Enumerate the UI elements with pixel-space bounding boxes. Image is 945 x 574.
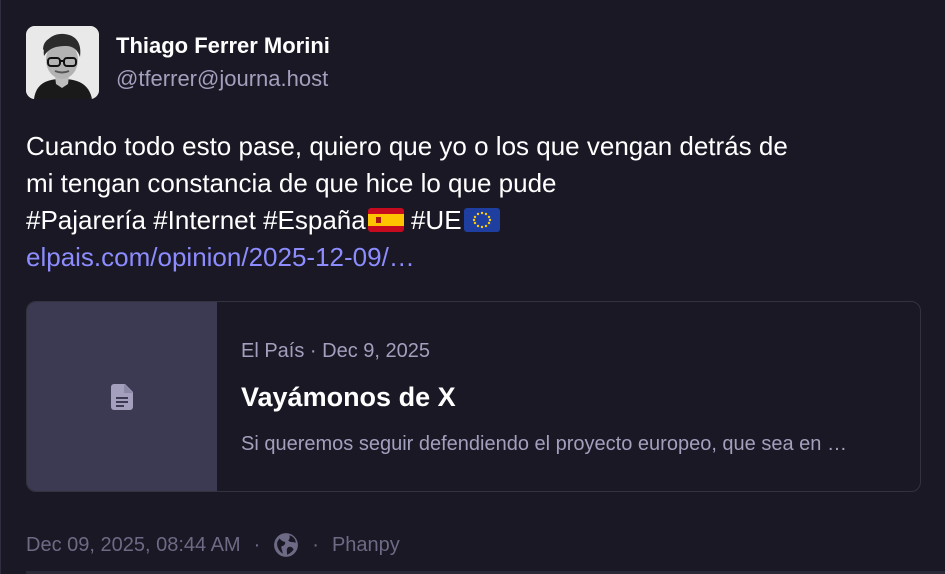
card-description: Si queremos seguir defendiendo el proyec… bbox=[241, 433, 847, 455]
post-link[interactable]: elpais.com/opinion/2025-12-09/… bbox=[26, 242, 415, 272]
post-hashtags: #Pajarería #Internet #España #UE bbox=[26, 202, 916, 239]
author-handle[interactable]: @tferrer@journa.host bbox=[116, 66, 330, 92]
author-display-name[interactable]: Thiago Ferrer Morini bbox=[116, 33, 330, 59]
post-text-line: Cuando todo esto pase, quiero que yo o l… bbox=[26, 131, 788, 161]
post-text-line: mi tengan constancia de que hice lo que … bbox=[26, 168, 557, 198]
card-thumbnail bbox=[27, 302, 217, 491]
link-preview-card[interactable]: El País · Dec 9, 2025 Vayámonos de X Si … bbox=[26, 301, 921, 492]
meta-separator: · bbox=[312, 534, 319, 556]
eu-flag-icon bbox=[463, 208, 500, 232]
card-title[interactable]: Vayámonos de X bbox=[241, 381, 897, 413]
post-meta: Dec 09, 2025, 08:44 AM · · Phanpy bbox=[26, 531, 400, 559]
client-name: Phanpy bbox=[331, 534, 400, 556]
document-icon bbox=[111, 383, 133, 410]
hashtag-link[interactable]: #UE bbox=[411, 205, 462, 235]
hashtag-link[interactable]: #Internet bbox=[153, 205, 256, 235]
card-source-date: El País · Dec 9, 2025 bbox=[241, 340, 430, 362]
post-timestamp[interactable]: Dec 09, 2025, 08:44 AM bbox=[26, 531, 241, 559]
user-avatar-icon bbox=[26, 26, 99, 99]
post-content: Cuando todo esto pase, quiero que yo o l… bbox=[26, 128, 916, 276]
author-header[interactable]: Thiago Ferrer Morini @tferrer@journa.hos… bbox=[26, 26, 330, 99]
author-avatar[interactable] bbox=[26, 26, 99, 99]
globe-icon bbox=[274, 533, 299, 557]
hashtag-link[interactable]: #Pajarería bbox=[26, 205, 146, 235]
hashtag-link[interactable]: #España bbox=[263, 205, 366, 235]
spain-flag-icon bbox=[367, 208, 404, 232]
meta-separator: · bbox=[253, 534, 261, 556]
